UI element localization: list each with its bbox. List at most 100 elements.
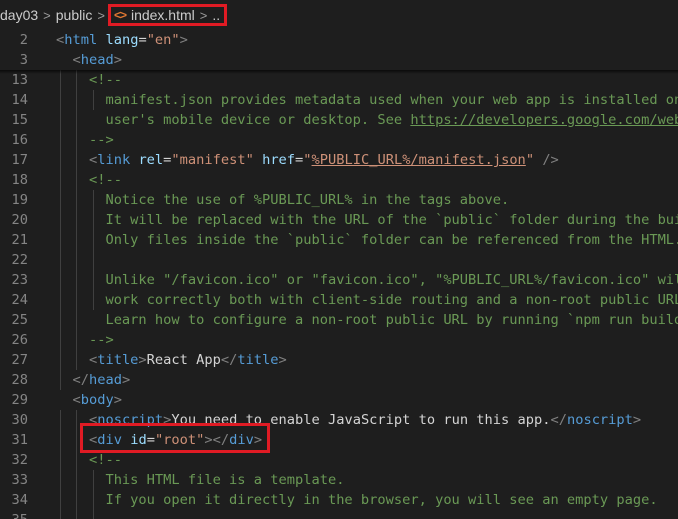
- line-number: 30: [11, 412, 28, 428]
- line-number: 13: [11, 72, 28, 88]
- code-line[interactable]: 13 <!--: [0, 70, 678, 90]
- line-number: 34: [11, 492, 28, 508]
- token-br: >: [278, 352, 287, 368]
- breadcrumb-folder-day03[interactable]: day03: [0, 7, 38, 23]
- breadcrumb: day03 > public > <> index.html > ..: [0, 0, 678, 30]
- code-line[interactable]: 19 Notice the use of %PUBLIC_URL% in the…: [0, 190, 678, 210]
- line-number: 2: [19, 32, 28, 48]
- code-line[interactable]: 30 <noscript>You need to enable JavaScri…: [0, 410, 678, 430]
- token-br: <: [88, 412, 98, 428]
- code-line[interactable]: 35: [0, 510, 678, 519]
- line-code: </head>: [56, 370, 130, 390]
- code-line[interactable]: 26 -->: [0, 330, 678, 350]
- code-line[interactable]: 14 manifest.json provides metadata used …: [0, 90, 678, 110]
- code-line[interactable]: 29 <body>: [0, 390, 678, 410]
- sticky-code-line[interactable]: 2 <html lang="en">: [0, 30, 678, 50]
- token-cm: If you open it directly in the browser, …: [105, 492, 658, 508]
- token-cm: <!--: [88, 172, 122, 188]
- code-line[interactable]: 18 <!--: [0, 170, 678, 190]
- line-code: <link rel="manifest" href="%PUBLIC_URL%/…: [56, 150, 559, 170]
- code-line[interactable]: 22: [0, 250, 678, 270]
- token-tag: div: [229, 432, 254, 448]
- code-line[interactable]: 15 user's mobile device or desktop. See …: [0, 110, 678, 130]
- code-line[interactable]: 28 </head>: [0, 370, 678, 390]
- code-line[interactable]: 23 Unlike "/favicon.ico" or "favicon.ico…: [0, 270, 678, 290]
- breadcrumb-separator: >: [97, 7, 105, 23]
- code-line[interactable]: 16 -->: [0, 130, 678, 150]
- token-cm: manifest.json provides metadata used whe…: [105, 92, 678, 108]
- line-code: <!--: [56, 450, 122, 470]
- code-line[interactable]: 34 If you open it directly in the browse…: [0, 490, 678, 510]
- breadcrumb-folder-public[interactable]: public: [56, 7, 93, 23]
- token-cm: It will be replaced with the URL of the …: [105, 212, 678, 228]
- token-br: >: [113, 52, 122, 68]
- line-number: 20: [11, 212, 28, 228]
- token-link[interactable]: https://developers.google.com/web/fundam…: [410, 112, 678, 128]
- code-line[interactable]: 33 This HTML file is a template.: [0, 470, 678, 490]
- line-code: <body>: [56, 390, 122, 410]
- token-cm: -->: [88, 332, 114, 348]
- code-line[interactable]: 21 Only files inside the `public` folder…: [0, 230, 678, 250]
- token-attr: id: [130, 432, 147, 448]
- code-line[interactable]: 27 <title>React App</title>: [0, 350, 678, 370]
- token-br: />: [542, 152, 559, 168]
- code-editor[interactable]: 13 <!-- 14 manifest.json provides metadat…: [0, 30, 678, 519]
- sticky-code-line[interactable]: 3 <head>: [0, 50, 678, 70]
- token-strlink[interactable]: %PUBLIC_URL%/manifest.json: [312, 152, 526, 168]
- token-cm: Unlike "/favicon.ico" or "favicon.ico", …: [105, 272, 678, 288]
- token-br: >: [138, 352, 147, 368]
- line-number: 3: [19, 52, 28, 68]
- code-line[interactable]: 32 <!--: [0, 450, 678, 470]
- token-br: >: [632, 412, 642, 428]
- token-br: </: [550, 412, 567, 428]
- code-line[interactable]: 25 Learn how to configure a non-root pub…: [0, 310, 678, 330]
- token-txt: =: [146, 432, 155, 448]
- code-line[interactable]: 31 <div id="root"></div>: [0, 430, 678, 450]
- line-code: work correctly both with client-side rou…: [56, 290, 678, 310]
- token-txt: React App: [146, 352, 221, 368]
- line-code: manifest.json provides metadata used whe…: [56, 90, 678, 110]
- line-code: <!--: [56, 170, 122, 190]
- line-number: 24: [11, 292, 28, 308]
- line-code: <title>React App</title>: [56, 350, 287, 370]
- token-cm: <!--: [88, 452, 122, 468]
- token-br: >: [113, 392, 122, 408]
- breadcrumb-symbols[interactable]: ..: [212, 7, 220, 23]
- line-code: <head>: [56, 50, 122, 70]
- code-line[interactable]: 17 <link rel="manifest" href="%PUBLIC_UR…: [0, 150, 678, 170]
- token-cm: user's mobile device or desktop. See: [105, 112, 411, 128]
- line-number: 31: [11, 432, 28, 448]
- token-tag: head: [80, 52, 114, 68]
- line-code: <html lang="en">: [56, 30, 188, 50]
- line-number: 19: [11, 192, 28, 208]
- breadcrumb-file-highlight[interactable]: <> index.html > ..: [107, 4, 228, 26]
- token-br: >: [179, 32, 188, 48]
- token-attr: rel: [138, 152, 164, 168]
- line-code: Learn how to configure a non-root public…: [56, 310, 678, 330]
- line-code: user's mobile device or desktop. See htt…: [56, 110, 678, 130]
- token-cm: Only files inside the `public` folder ca…: [105, 232, 678, 248]
- line-code: <!--: [56, 70, 122, 90]
- token-br: <: [56, 32, 65, 48]
- breadcrumb-file-index[interactable]: index.html: [131, 7, 195, 23]
- breadcrumb-separator: >: [43, 7, 51, 23]
- line-number: 17: [11, 152, 28, 168]
- token-tag: noscript: [566, 412, 633, 428]
- token-br: >: [253, 432, 263, 448]
- code-line[interactable]: 24 work correctly both with client-side …: [0, 290, 678, 310]
- token-br: ></: [204, 432, 230, 448]
- line-number: 28: [11, 372, 28, 388]
- code-line[interactable]: 20 It will be replaced with the URL of t…: [0, 210, 678, 230]
